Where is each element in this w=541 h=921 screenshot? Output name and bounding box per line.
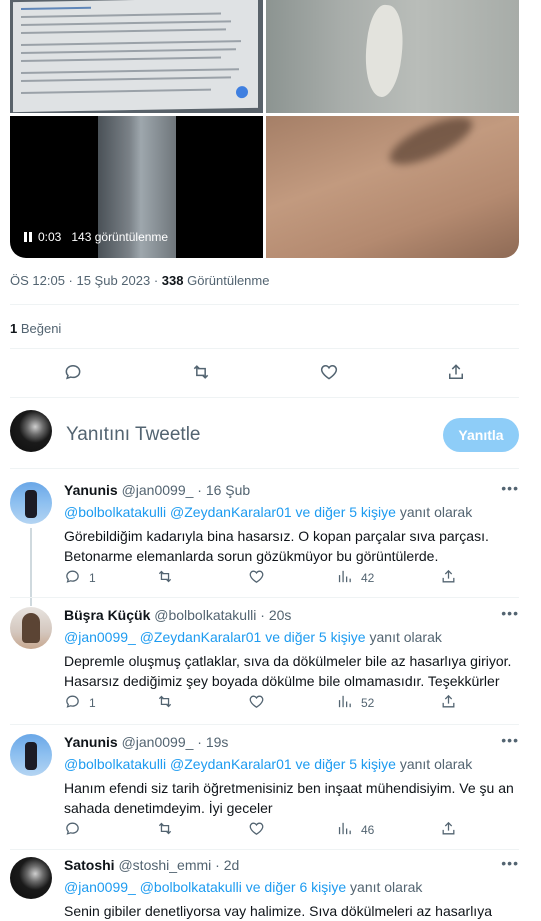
retweet-icon[interactable] <box>156 820 174 840</box>
reply-tweet[interactable]: Yanunis @jan0099_ · 16 Şub ••• @bolbolka… <box>10 480 519 606</box>
replying-mentions[interactable]: @jan0099_ @bolbolkatakulli ve diğer 6 ki… <box>64 879 346 895</box>
author-handle[interactable]: @stoshi_emmi · 2d <box>118 857 239 873</box>
avatar[interactable] <box>10 607 52 649</box>
media-photo-document[interactable] <box>10 0 263 113</box>
tweet-action-bar: 46 <box>64 820 519 840</box>
reply-count: 1 <box>89 571 96 585</box>
tweet-timestamp: ÖS 12:05 · 15 Şub 2023 · 338 Görüntülenm… <box>10 273 269 288</box>
author-handle[interactable]: @jan0099_ · 16 Şub <box>122 482 251 498</box>
more-icon[interactable]: ••• <box>501 605 519 621</box>
tweet-text: Hanım efendi siz tarih öğretmenisiniz be… <box>64 780 514 816</box>
more-icon[interactable]: ••• <box>501 480 519 496</box>
divider <box>10 597 519 598</box>
tweet-time[interactable]: ÖS 12:05 · 15 Şub 2023 · <box>10 273 162 288</box>
replying-suffix: yanıt olarak <box>346 879 423 895</box>
video-time: 0:03 <box>38 230 62 244</box>
avatar[interactable] <box>10 482 52 524</box>
tweet-header: Yanunis @jan0099_ · 16 Şub <box>64 482 250 498</box>
likes-count-link[interactable]: 1 Beğeni <box>10 321 61 336</box>
reply-input[interactable]: Yanıtını Tweetle <box>66 424 201 446</box>
tweet-text: Senin gibiler denetliyorsa vay halimize.… <box>64 903 492 919</box>
replying-suffix: yanıt olarak <box>395 504 473 520</box>
tweet-actions <box>10 362 519 382</box>
views-label: Görüntülenme <box>183 273 270 288</box>
media-photo-wall-crack[interactable] <box>266 0 519 113</box>
tweet-header: Büşra Küçük @bolbolkatakulli · 20s <box>64 607 291 623</box>
reply-count: 1 <box>89 696 96 710</box>
author-name[interactable]: Büşra Küçük <box>64 607 150 623</box>
share-icon[interactable] <box>440 693 457 713</box>
divider <box>10 849 519 850</box>
views-icon[interactable] <box>336 568 353 588</box>
floor-image <box>383 116 479 174</box>
author-name[interactable]: Yanunis <box>64 734 118 750</box>
likes-label: Beğeni <box>17 321 62 336</box>
author-name[interactable]: Yanunis <box>64 482 118 498</box>
video-views: 143 görüntülenme <box>71 230 169 244</box>
retweet-icon[interactable] <box>190 362 212 382</box>
replying-to: @bolbolkatakulli @ZeydanKaralar01 ve diğ… <box>64 504 472 520</box>
replying-to: @jan0099_ @ZeydanKaralar01 ve diğer 5 ki… <box>64 629 442 645</box>
divider <box>10 348 519 349</box>
reply-tweet[interactable]: Yanunis @jan0099_ · 19s ••• @bolbolkatak… <box>10 732 519 846</box>
heart-icon[interactable] <box>319 362 339 382</box>
heart-icon[interactable] <box>248 820 265 840</box>
reply-tweet[interactable]: Satoshi @stoshi_emmi · 2d ••• @jan0099_ … <box>10 855 519 921</box>
more-icon[interactable]: ••• <box>501 732 519 748</box>
reply-icon[interactable] <box>63 362 83 382</box>
reply-button[interactable]: Yanıtla <box>443 418 519 452</box>
retweet-icon[interactable] <box>156 568 174 588</box>
retweet-icon[interactable] <box>156 693 174 713</box>
tweet-action-bar: 1 52 <box>64 693 519 713</box>
author-name[interactable]: Satoshi <box>64 857 115 873</box>
tweet-header: Satoshi @stoshi_emmi · 2d <box>64 857 239 873</box>
avatar[interactable] <box>10 410 52 452</box>
heart-icon[interactable] <box>248 568 265 588</box>
reply-tweet[interactable]: Büşra Küçük @bolbolkatakulli · 20s ••• @… <box>10 605 519 719</box>
replying-mentions[interactable]: @jan0099_ @ZeydanKaralar01 ve diğer 5 ki… <box>64 629 366 645</box>
author-handle[interactable]: @jan0099_ · 19s <box>122 734 229 750</box>
tweet-action-bar: 1 42 <box>64 568 519 588</box>
crack-image <box>361 3 407 99</box>
replying-mentions[interactable]: @bolbolkatakulli @ZeydanKaralar01 ve diğ… <box>64 756 396 772</box>
avatar[interactable] <box>10 857 52 899</box>
views-count: 42 <box>361 571 375 585</box>
share-icon[interactable] <box>446 362 466 382</box>
tweet-header: Yanunis @jan0099_ · 19s <box>64 734 228 750</box>
share-icon[interactable] <box>440 820 457 840</box>
divider <box>10 724 519 725</box>
more-icon[interactable]: ••• <box>501 855 519 871</box>
replying-suffix: yanıt olarak <box>395 756 473 772</box>
document-image <box>13 0 258 113</box>
divider <box>10 304 519 305</box>
replying-to: @bolbolkatakulli @ZeydanKaralar01 ve diğ… <box>64 756 472 772</box>
pause-icon[interactable] <box>24 232 32 242</box>
tweet-text: Görebildiğim kadarıyla bina hasarsız. O … <box>64 528 489 564</box>
reply-icon[interactable] <box>64 820 81 840</box>
tweet-media-grid: 0:03 143 görüntülenme <box>10 0 519 258</box>
media-photo-floor[interactable] <box>266 116 519 258</box>
avatar[interactable] <box>10 734 52 776</box>
views-icon[interactable] <box>336 693 353 713</box>
video-controls[interactable]: 0:03 143 görüntülenme <box>24 230 168 244</box>
replying-to: @jan0099_ @bolbolkatakulli ve diğer 6 ki… <box>64 879 422 895</box>
heart-icon[interactable] <box>248 693 265 713</box>
views-count: 46 <box>361 823 375 837</box>
views-icon[interactable] <box>336 820 353 840</box>
replying-suffix: yanıt olarak <box>365 629 442 645</box>
share-icon[interactable] <box>440 568 457 588</box>
thread-line <box>30 528 32 606</box>
reply-icon[interactable] <box>64 568 81 588</box>
author-handle[interactable]: @bolbolkatakulli · 20s <box>154 607 291 623</box>
media-video[interactable]: 0:03 143 görüntülenme <box>10 116 263 258</box>
reply-composer: Yanıtını Tweetle Yanıtla <box>10 408 519 460</box>
divider <box>10 468 519 469</box>
views-count: 338 <box>161 273 184 288</box>
tweet-text: Depremle oluşmuş çatlaklar, sıva da dökü… <box>64 653 512 689</box>
replying-mentions[interactable]: @bolbolkatakulli @ZeydanKaralar01 ve diğ… <box>64 504 396 520</box>
views-count: 52 <box>361 696 375 710</box>
reply-icon[interactable] <box>64 693 81 713</box>
divider <box>10 397 519 398</box>
